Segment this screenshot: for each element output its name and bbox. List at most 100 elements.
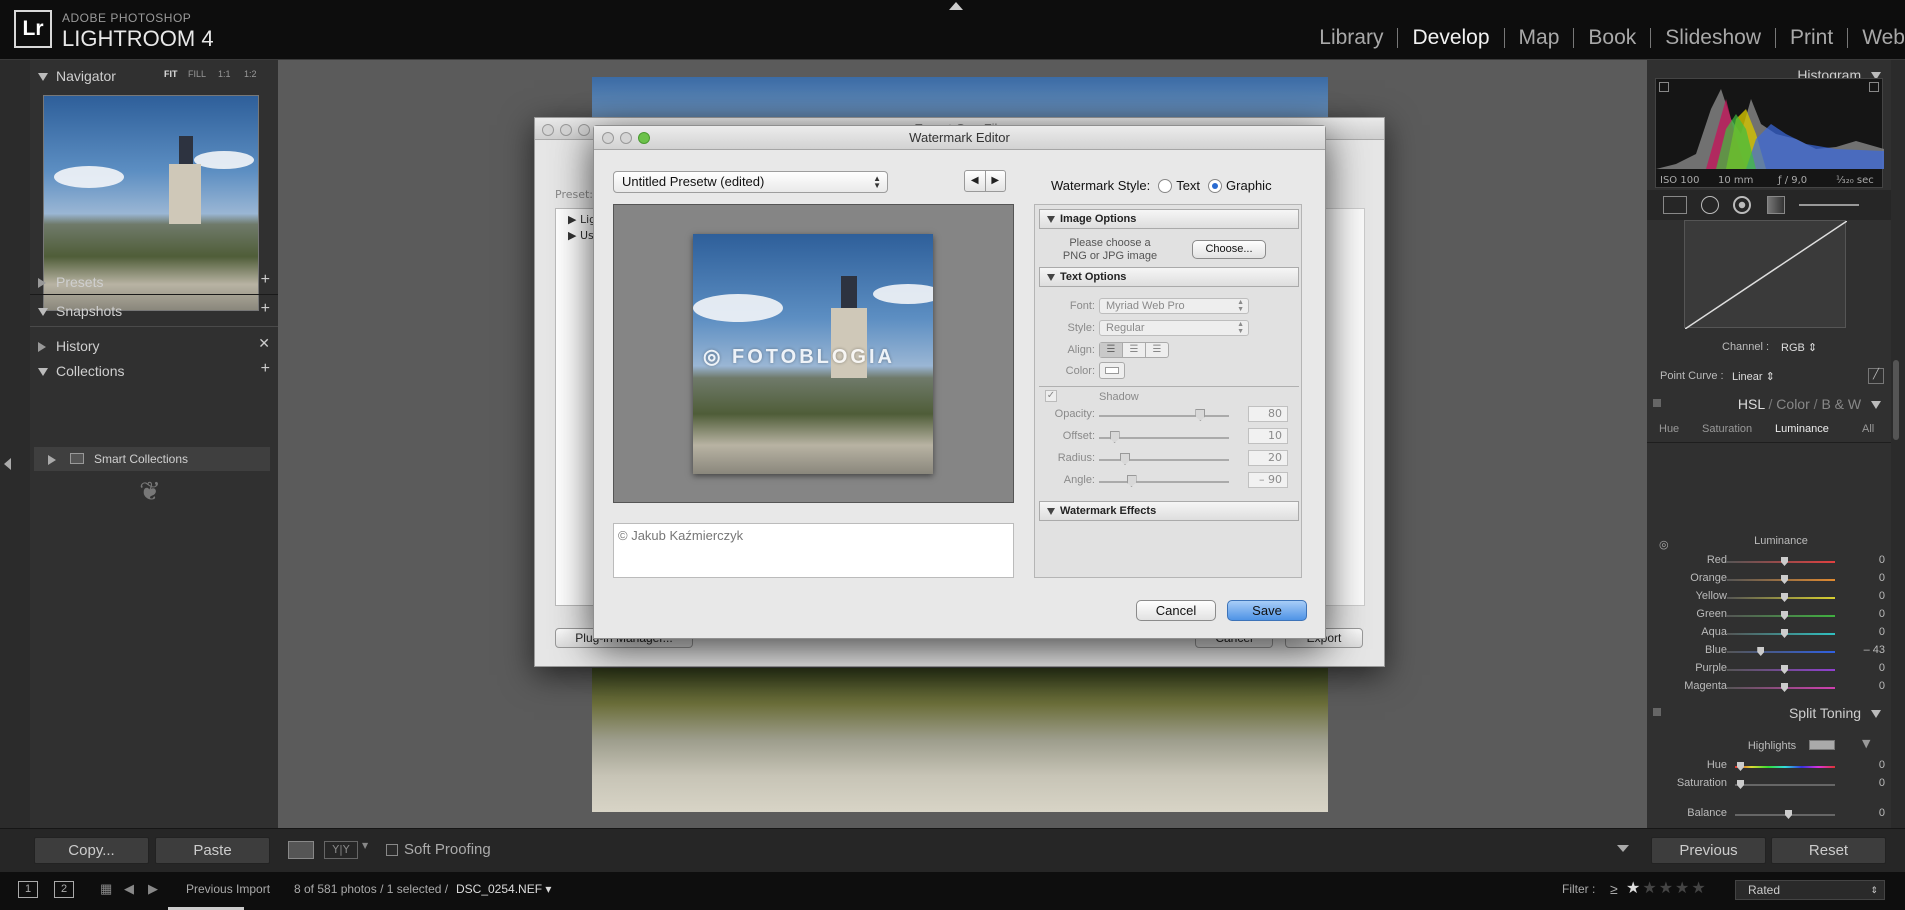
hsl-row-value[interactable]: 0 [1855, 662, 1885, 674]
hsl-slider[interactable] [1727, 647, 1835, 656]
zoom-fit[interactable]: FIT [164, 69, 178, 79]
loupe-view-icon[interactable] [288, 841, 314, 859]
slider-thumb[interactable] [1781, 575, 1788, 584]
opacity-slider[interactable] [1099, 409, 1229, 421]
red-eye-icon[interactable] [1733, 196, 1751, 214]
split-toning-value[interactable]: 0 [1855, 759, 1885, 771]
clear-history-icon[interactable]: ✕ [258, 335, 270, 352]
hsl-slider[interactable] [1727, 575, 1835, 584]
all-subtab[interactable]: All [1862, 423, 1874, 435]
slider-thumb[interactable] [1781, 611, 1788, 620]
watermark-effects-header[interactable]: Watermark Effects [1039, 501, 1299, 521]
chevron-down-icon[interactable]: ▼ [1862, 737, 1870, 750]
style-text-radio[interactable] [1158, 178, 1173, 193]
color-swatch[interactable] [1099, 362, 1125, 379]
navigator-header[interactable]: Navigator FIT FILL 1:1 1:2 [30, 65, 278, 89]
zoom-fill[interactable]: FILL [188, 69, 206, 79]
panel-switch-icon[interactable] [1653, 399, 1661, 407]
close-window-icon[interactable] [542, 124, 554, 136]
hue-subtab[interactable]: Hue [1659, 423, 1679, 435]
filter-preset-select[interactable]: Rated ⇕ [1735, 880, 1885, 900]
offset-slider[interactable] [1099, 431, 1229, 443]
style-graphic-radio[interactable] [1208, 178, 1223, 193]
slider-thumb[interactable] [1781, 629, 1788, 638]
left-panel-toggle-icon[interactable] [4, 458, 11, 470]
style-select[interactable]: Regular ▲ ▼ [1099, 320, 1249, 336]
right-scrollbar[interactable] [1893, 360, 1899, 440]
module-web[interactable]: Web [1848, 24, 1905, 52]
window-1-button[interactable]: 1 [18, 881, 38, 898]
previous-button[interactable]: Previous [1651, 837, 1766, 864]
highlight-clipping-icon[interactable] [1869, 82, 1879, 92]
shadow-clipping-icon[interactable] [1659, 82, 1669, 92]
minimize-window-icon[interactable] [620, 132, 632, 144]
split-toning-slider[interactable] [1735, 762, 1835, 771]
luminance-subtab[interactable]: Luminance [1775, 423, 1829, 435]
tree-item[interactable]: ▶ Lig [568, 213, 596, 226]
previous-image-icon[interactable]: ◀ [965, 171, 986, 191]
slider-thumb[interactable] [1757, 647, 1765, 656]
next-image-icon[interactable]: ▶ [986, 171, 1006, 191]
radius-slider[interactable] [1099, 453, 1229, 465]
slider-thumb[interactable] [1737, 762, 1744, 771]
edit-point-curve-icon[interactable]: ╱ [1868, 368, 1884, 384]
watermark-preset-select[interactable]: Untitled Presetw (edited) ▲ ▼ [613, 171, 888, 193]
module-print[interactable]: Print [1776, 24, 1847, 52]
color-tab[interactable]: Color [1776, 396, 1809, 412]
panel-toggle-up-icon[interactable] [949, 2, 963, 10]
module-book[interactable]: Book [1574, 24, 1650, 52]
saturation-subtab[interactable]: Saturation [1702, 423, 1752, 435]
add-snapshot-icon[interactable]: + [261, 300, 270, 318]
hsl-tab[interactable]: HSL [1738, 396, 1765, 412]
zoom-window-icon[interactable] [638, 132, 650, 144]
split-toning-header[interactable]: Split Toning [1647, 703, 1891, 727]
collections-header[interactable]: Collections + [30, 360, 278, 384]
zoom-window-icon[interactable] [578, 124, 590, 136]
close-window-icon[interactable] [602, 132, 614, 144]
hsl-slider[interactable] [1727, 611, 1835, 620]
hsl-slider[interactable] [1727, 683, 1835, 692]
split-toning-slider[interactable] [1735, 780, 1835, 789]
shadow-checkbox[interactable]: ✓ [1045, 390, 1057, 402]
slider-thumb[interactable] [1785, 810, 1792, 819]
channel-select[interactable]: RGB ⇕ [1781, 341, 1817, 354]
spot-removal-icon[interactable] [1701, 196, 1719, 214]
zoom-1-1[interactable]: 1:1 [218, 69, 231, 79]
back-arrow-icon[interactable]: ◀ [124, 881, 134, 897]
hsl-slider[interactable] [1727, 557, 1835, 566]
split-toning-value[interactable]: 0 [1855, 777, 1885, 789]
align-right-icon[interactable]: ☰ [1145, 343, 1168, 357]
snapshots-header[interactable]: Snapshots + [30, 300, 278, 324]
slider-thumb[interactable] [1120, 453, 1130, 465]
grid-view-icon[interactable]: ▦ [100, 881, 112, 897]
add-collection-icon[interactable]: + [261, 360, 270, 378]
style-text-label[interactable]: Text [1176, 178, 1200, 193]
radius-value[interactable]: 20 [1248, 450, 1288, 466]
hsl-row-value[interactable]: – 43 [1855, 644, 1885, 656]
slider-thumb[interactable] [1781, 683, 1788, 692]
font-select[interactable]: Myriad Web Pro ▲ ▼ [1099, 298, 1249, 314]
angle-slider[interactable] [1099, 475, 1229, 487]
slider-thumb[interactable] [1109, 431, 1120, 443]
rating-stars-icon[interactable]: ★★★★★ [1626, 878, 1708, 898]
targeted-adjustment-icon[interactable]: ◎ [1659, 538, 1669, 551]
hsl-header[interactable]: HSL / Color / B & W [1647, 394, 1891, 418]
zoom-1-2[interactable]: 1:2 [244, 69, 257, 79]
hsl-row-value[interactable]: 0 [1855, 680, 1885, 692]
split-toning-slider[interactable] [1735, 810, 1835, 819]
reset-button[interactable]: Reset [1771, 837, 1886, 864]
align-left-icon[interactable]: ☰ [1100, 343, 1122, 357]
style-graphic-label[interactable]: Graphic [1226, 178, 1272, 193]
crop-tool-icon[interactable] [1663, 196, 1687, 214]
slider-thumb[interactable] [1781, 593, 1788, 602]
tone-curve-graph[interactable] [1684, 220, 1848, 330]
slider-thumb[interactable] [1781, 665, 1788, 674]
hsl-row-value[interactable]: 0 [1855, 608, 1885, 620]
adjustment-brush-icon[interactable] [1799, 204, 1859, 206]
history-header[interactable]: History ✕ [30, 334, 278, 358]
add-preset-icon[interactable]: + [261, 271, 270, 289]
copy-settings-button[interactable]: Copy... [34, 837, 149, 864]
graduated-filter-icon[interactable] [1767, 196, 1785, 214]
bw-tab[interactable]: B & W [1821, 396, 1861, 412]
angle-value[interactable]: – 90 [1248, 472, 1288, 488]
